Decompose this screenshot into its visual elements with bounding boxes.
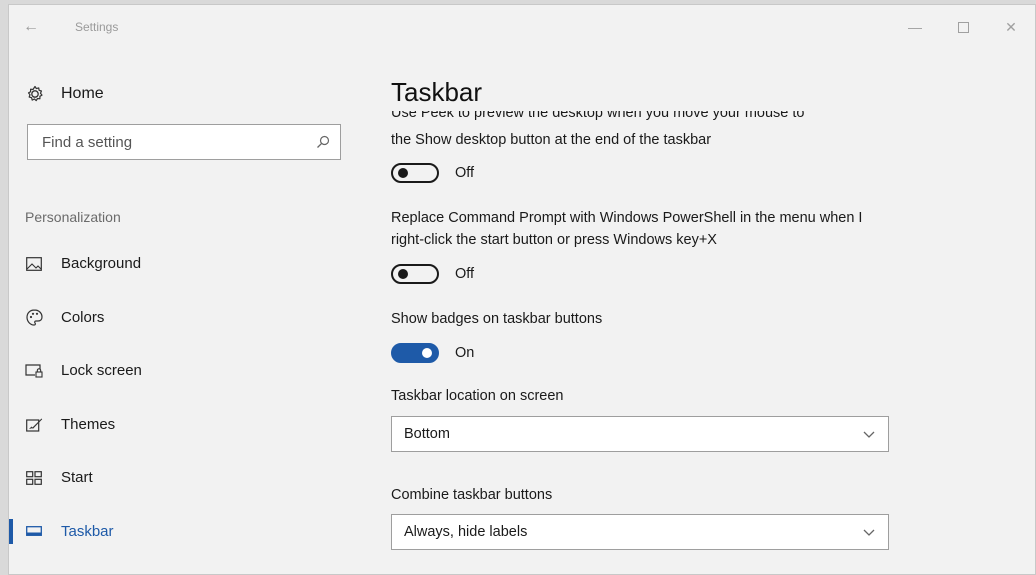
badges-toggle-row: On [391, 343, 474, 363]
start-icon [25, 469, 43, 487]
toggle-knob [422, 348, 432, 358]
sidebar-item-taskbar[interactable]: Taskbar [9, 505, 369, 559]
taskbar-icon [25, 522, 43, 540]
powershell-toggle[interactable] [391, 264, 439, 284]
badges-toggle[interactable] [391, 343, 439, 363]
lock-screen-icon [25, 362, 43, 380]
badges-toggle-state: On [455, 345, 475, 361]
themes-icon [25, 415, 43, 433]
location-dropdown-value: Bottom [404, 426, 450, 442]
combine-label: Combine taskbar buttons [391, 487, 553, 503]
settings-window: ← Settings — ✕ Home Personalization [8, 4, 1036, 575]
sidebar-item-start[interactable]: Start [9, 451, 369, 505]
search-icon[interactable] [316, 135, 330, 149]
peek-toggle-state: Off [455, 165, 475, 181]
sidebar-item-label: Lock screen [61, 362, 142, 380]
sidebar-nav: Background Colors Lock screen Themes Sta… [9, 237, 369, 558]
chevron-down-icon [863, 431, 875, 438]
peek-toggle[interactable] [391, 163, 439, 183]
close-icon[interactable]: ✕ [987, 5, 1035, 49]
peek-description-cut: Use Peek to preview the desktop when you… [391, 111, 891, 129]
gear-icon [27, 85, 43, 102]
main-content: Taskbar Use Peek to preview the desktop … [391, 49, 1035, 574]
sidebar: Home Personalization Background Colors [9, 49, 369, 574]
minimize-icon[interactable]: — [891, 5, 939, 49]
sidebar-item-label: Themes [61, 415, 116, 433]
active-indicator [9, 518, 13, 544]
image-icon [25, 255, 43, 273]
location-dropdown[interactable]: Bottom [391, 416, 889, 452]
sidebar-item-colors[interactable]: Colors [9, 291, 369, 345]
peek-description: the Show desktop button at the end of th… [391, 132, 712, 148]
combine-dropdown[interactable]: Always, hide labels [391, 514, 889, 550]
sidebar-item-background[interactable]: Background [9, 237, 369, 291]
title-bar: ← Settings — ✕ [9, 5, 1035, 49]
toggle-knob [398, 168, 408, 178]
chevron-down-icon [863, 529, 875, 536]
maximize-icon[interactable] [939, 5, 987, 49]
badges-description: Show badges on taskbar buttons [391, 311, 603, 327]
combine-dropdown-value: Always, hide labels [404, 524, 528, 540]
sidebar-item-label: Colors [61, 308, 105, 326]
peek-text-line1: Use Peek to preview the desktop when you… [391, 111, 805, 121]
home-label: Home [61, 85, 104, 102]
window-controls: — ✕ [891, 5, 1035, 49]
location-label: Taskbar location on screen [391, 388, 564, 404]
sidebar-item-label: Start [61, 469, 93, 487]
search-box[interactable] [27, 124, 341, 160]
home-link[interactable]: Home [25, 84, 104, 104]
section-label: Personalization [25, 209, 121, 225]
powershell-description: Replace Command Prompt with Windows Powe… [391, 210, 863, 248]
sidebar-item-lock-screen[interactable]: Lock screen [9, 344, 369, 398]
peek-toggle-row: Off [391, 163, 474, 183]
palette-icon [25, 308, 43, 326]
toggle-knob [398, 269, 408, 279]
powershell-toggle-state: Off [455, 266, 475, 282]
back-arrow-icon[interactable]: ← [23, 18, 53, 36]
powershell-toggle-row: Off [391, 264, 474, 284]
window-title: Settings [75, 20, 119, 34]
sidebar-item-label: Background [61, 255, 142, 273]
sidebar-item-label: Taskbar [61, 522, 114, 540]
sidebar-item-themes[interactable]: Themes [9, 398, 369, 452]
page-title: Taskbar [391, 77, 483, 107]
search-input[interactable] [40, 132, 304, 152]
